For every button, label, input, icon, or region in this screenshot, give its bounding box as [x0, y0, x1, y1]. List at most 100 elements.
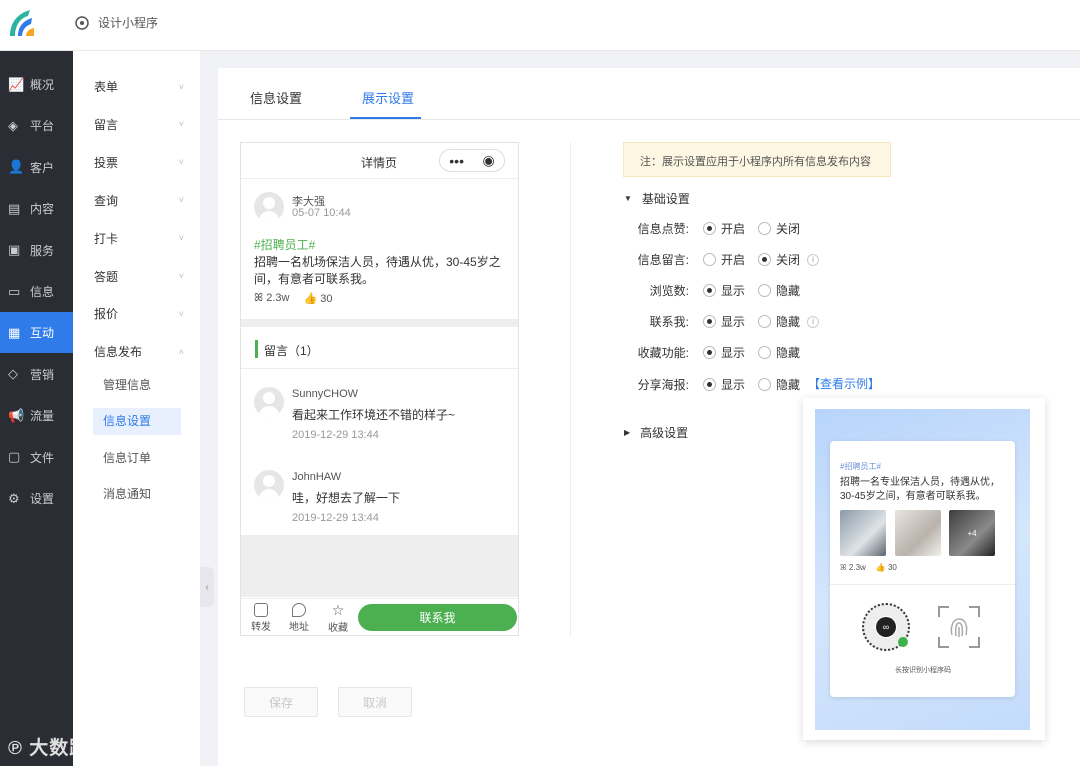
- phone-empty-area: [241, 535, 518, 597]
- top-bar: [0, 0, 1080, 51]
- rail-item-0[interactable]: 📈 概况: [0, 64, 73, 105]
- chart-icon: 📈: [8, 76, 25, 92]
- setting-radio-option-2[interactable]: 关闭: [758, 220, 800, 237]
- poster-image-more: +4: [949, 510, 995, 556]
- rail-item-6[interactable]: ▦ 互动: [0, 312, 73, 354]
- rail-item-2[interactable]: 👤 客户: [0, 147, 73, 188]
- post-time: 05-07 10:44: [292, 207, 351, 219]
- radio-circle[interactable]: [703, 346, 716, 360]
- comments-title: 留言（1）: [264, 344, 319, 358]
- user-icon: 👤: [8, 159, 25, 175]
- thumbs-up-icon: 👍: [303, 293, 321, 305]
- setting-radio-option-1[interactable]: 开启: [703, 251, 745, 268]
- radio-circle[interactable]: [703, 284, 716, 298]
- close-target-icon: ◉: [482, 152, 495, 168]
- info-icon[interactable]: i: [807, 315, 820, 328]
- setting-radio-option-1[interactable]: 显示: [703, 282, 745, 299]
- poster-caption: 长按识别小程序码: [895, 667, 951, 674]
- submenu-item-7[interactable]: 信息发布 ˄: [94, 343, 184, 360]
- radio-circle[interactable]: [758, 346, 771, 360]
- radio-circle[interactable]: [703, 377, 716, 391]
- setting-radio-option-2[interactable]: 关闭 i: [758, 251, 820, 268]
- chevron-down-icon: ˅: [178, 81, 184, 92]
- submenu-item-6[interactable]: 报价 ˅: [94, 305, 184, 322]
- submenu-child-2[interactable]: 信息订单: [93, 445, 181, 472]
- avatar: [254, 470, 284, 500]
- setting-radio-option-1[interactable]: 开启: [703, 220, 745, 237]
- section-divider: [241, 319, 518, 327]
- share-icon: [254, 603, 268, 617]
- setting-radio-option-2[interactable]: 隐藏 i: [758, 313, 820, 330]
- star-icon: ☆: [331, 602, 345, 618]
- comment-text: 哇，好想去了解一下: [292, 491, 401, 505]
- caret-down-icon: ▼: [624, 194, 632, 203]
- submenu-child-0[interactable]: 管理信息: [93, 372, 181, 399]
- favorite-button[interactable]: ☆ 收藏: [323, 603, 353, 634]
- watermark-logo: ℗: [8, 738, 30, 759]
- rail-item-8[interactable]: 📢 流量: [0, 395, 73, 436]
- settings-tabs: 信息设置 展示设置: [218, 68, 1080, 120]
- radio-circle[interactable]: [703, 222, 716, 235]
- rail-item-7[interactable]: ◇ 营销: [0, 354, 73, 395]
- rail-item-9[interactable]: ▢ 文件: [0, 437, 73, 478]
- rail-item-label: 服务: [30, 243, 55, 258]
- radio-label: 开启: [721, 222, 746, 236]
- submenu-item-0[interactable]: 表单 ˅: [94, 78, 184, 95]
- tab-display-settings[interactable]: 展示设置: [362, 88, 414, 107]
- advanced-settings-toggle[interactable]: ▶ 高级设置: [624, 424, 688, 441]
- setting-label: 分享海报:: [637, 377, 689, 392]
- likes-count: 30: [320, 293, 333, 305]
- share-button[interactable]: 转发: [246, 603, 276, 633]
- submenu-item-1[interactable]: 留言 ˅: [94, 116, 184, 133]
- radio-circle[interactable]: [758, 377, 771, 391]
- submenu-item-label: 表单: [94, 80, 119, 94]
- setting-radio-option-1[interactable]: 显示: [703, 376, 745, 393]
- comment-time: 2019-12-29 13:44: [292, 512, 379, 524]
- info-icon[interactable]: i: [807, 253, 820, 266]
- submenu-item-3[interactable]: 查询 ˅: [94, 192, 184, 209]
- rail-item-10[interactable]: ⚙ 设置: [0, 478, 73, 519]
- cancel-button[interactable]: 取消: [338, 687, 412, 717]
- submenu-item-2[interactable]: 投票 ˅: [94, 154, 184, 171]
- setting-radio-option-1[interactable]: 显示: [703, 313, 745, 330]
- phone-page-title: 详情页: [361, 156, 398, 170]
- radio-circle[interactable]: [703, 253, 716, 267]
- setting-label: 联系我:: [649, 315, 689, 330]
- radio-label: 隐藏: [776, 377, 801, 392]
- view-example-link[interactable]: 【查看示例】: [808, 375, 880, 392]
- setting-radio-option-2[interactable]: 隐藏: [758, 344, 800, 361]
- submenu-child-1[interactable]: 信息设置: [93, 408, 181, 436]
- rail-item-label: 客户: [30, 160, 55, 175]
- rail-item-1[interactable]: ◈ 平台: [0, 105, 73, 146]
- address-button[interactable]: 地址: [284, 603, 314, 633]
- contact-me-button[interactable]: 联系我: [358, 604, 517, 631]
- qr-center-logo: ∞: [876, 617, 896, 637]
- radio-circle[interactable]: [703, 315, 716, 329]
- basic-settings-toggle[interactable]: ▼ 基础设置: [624, 190, 690, 207]
- app-title[interactable]: 设计小程序: [74, 14, 158, 31]
- rail-item-5[interactable]: ▭ 信息: [0, 271, 73, 312]
- watermark-text: 大数跨境: [29, 738, 110, 759]
- radio-circle[interactable]: [758, 315, 771, 329]
- radio-label: 关闭: [776, 253, 801, 268]
- submenu-item-5[interactable]: 答题 ˅: [94, 268, 184, 285]
- setting-radio-option-1[interactable]: 显示: [703, 344, 745, 361]
- save-button[interactable]: 保存: [244, 687, 318, 717]
- setting-label: 浏览数:: [649, 284, 689, 299]
- caret-right-icon: ▶: [624, 428, 631, 437]
- tab-info-settings[interactable]: 信息设置: [250, 88, 302, 107]
- setting-radio-option-2[interactable]: 隐藏: [758, 282, 800, 299]
- advanced-settings-title: 高级设置: [640, 426, 689, 440]
- message-icon: ▭: [8, 283, 21, 299]
- collapse-sidebar-handle[interactable]: ‹: [200, 567, 214, 607]
- location-icon: [292, 603, 306, 617]
- share-label: 转发: [251, 622, 271, 633]
- radio-circle[interactable]: [758, 253, 771, 267]
- submenu-item-4[interactable]: 打卡 ˅: [94, 230, 184, 247]
- rail-item-3[interactable]: ▤ 内容: [0, 188, 73, 229]
- radio-circle[interactable]: [758, 222, 771, 235]
- rail-item-4[interactable]: ▣ 服务: [0, 230, 73, 271]
- submenu-child-3[interactable]: 消息通知: [93, 481, 181, 508]
- setting-radio-option-2[interactable]: 隐藏: [758, 376, 800, 393]
- radio-circle[interactable]: [758, 284, 771, 298]
